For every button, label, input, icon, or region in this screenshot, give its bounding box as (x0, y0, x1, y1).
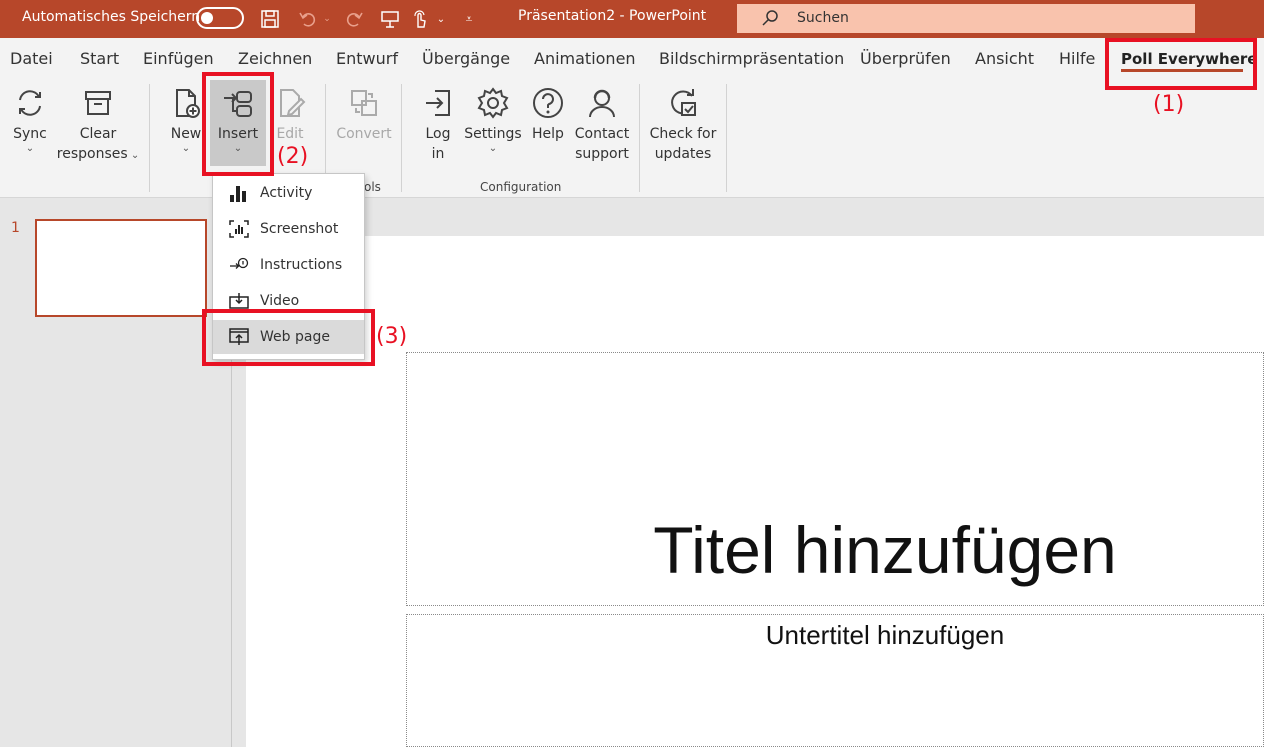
edit-label: Edit (276, 126, 304, 142)
new-document-icon (176, 89, 200, 118)
sync-label: Sync (13, 126, 47, 142)
tab-bildschirmpraesentation[interactable]: Bildschirmpräsentation (659, 49, 844, 68)
tab-datei[interactable]: Datei (10, 49, 53, 68)
video-icon (229, 291, 249, 311)
sync-icon (19, 90, 41, 116)
menu-item-instructions[interactable]: Instructions (213, 248, 364, 282)
log-in-button[interactable]: Log in (418, 86, 458, 164)
tools-group-label: ols (364, 180, 381, 194)
chevron-down-icon: ⌄ (127, 150, 140, 161)
search-box[interactable]: Suchen (737, 4, 1195, 33)
tab-ansicht[interactable]: Ansicht (975, 49, 1034, 68)
menu-item-label: Instructions (260, 257, 343, 273)
screenshot-icon (229, 219, 249, 239)
search-icon (761, 8, 781, 32)
bar-chart-icon (229, 183, 249, 203)
autosave-label: Automatisches Speichern (22, 9, 201, 25)
contact-label-2: support (575, 146, 629, 162)
annotation-box-poll-everywhere (1105, 38, 1257, 90)
menu-item-label: Screenshot (260, 221, 339, 237)
tab-animationen[interactable]: Animationen (534, 49, 636, 68)
configuration-group-label: Configuration (480, 180, 562, 194)
ribbon-separator (149, 84, 150, 192)
new-label: New (170, 126, 202, 142)
check-updates-label-1: Check for (649, 126, 717, 142)
autosave-toggle[interactable] (196, 7, 244, 29)
convert-icon (351, 90, 377, 116)
convert-label: Convert (336, 126, 392, 142)
chevron-down-icon: ⌄ (181, 143, 191, 154)
menu-item-screenshot[interactable]: Screenshot (213, 212, 364, 246)
document-title: Präsentation2 - PowerPoint (518, 8, 707, 24)
title-bar: Automatisches Speichern ⌄ ⌄ ⩡ Präsentati… (0, 0, 1264, 38)
annotation-step-1: (1) (1153, 92, 1185, 117)
slide-number: 1 (11, 220, 20, 236)
help-button[interactable]: Help (528, 86, 568, 144)
archive-icon (85, 91, 111, 115)
help-label: Help (532, 126, 564, 142)
toggle-knob (201, 12, 213, 24)
check-updates-button[interactable]: Check for updates (648, 86, 718, 164)
check-updates-label-2: updates (654, 146, 712, 162)
contact-label-1: Contact (574, 126, 630, 142)
chevron-down-icon: ⌄ (25, 143, 35, 154)
login-icon (426, 90, 450, 116)
settings-button[interactable]: Settings ⌄ (462, 86, 524, 154)
tab-ueberpruefen[interactable]: Überprüfen (860, 49, 951, 68)
contact-support-button[interactable]: Contact support (572, 86, 632, 164)
ribbon-tabs: Datei Start Einfügen Zeichnen Entwurf Üb… (0, 38, 1264, 80)
clear-responses-label-1: Clear (79, 126, 117, 142)
touch-dropdown-icon[interactable]: ⌄ (434, 8, 448, 30)
customize-toolbar-icon[interactable]: ⩡ (460, 8, 478, 30)
chevron-down-icon: ⌄ (488, 143, 498, 154)
tab-zeichnen[interactable]: Zeichnen (238, 49, 312, 68)
title-placeholder-text: Titel hinzufügen (653, 513, 1117, 587)
settings-label: Settings (464, 126, 522, 142)
menu-item-label: Activity (260, 185, 313, 201)
annotation-box-web-page (202, 309, 375, 366)
tab-start[interactable]: Start (80, 49, 119, 68)
annotation-step-2: (2) (277, 144, 309, 169)
support-person-icon (589, 89, 615, 118)
ribbon-separator (726, 84, 727, 192)
annotation-step-3: (3) (376, 324, 408, 349)
ribbon: Sync ⌄ Clear responses ⌄ New ⌄ Insert ⌄ … (0, 80, 1264, 198)
menu-item-label: Video (260, 293, 300, 309)
tab-entwurf[interactable]: Entwurf (336, 49, 398, 68)
tab-uebergaenge[interactable]: Übergänge (422, 49, 510, 68)
log-in-label-1: Log (425, 126, 451, 142)
search-label: Suchen (797, 10, 849, 26)
clear-responses-label-2: responses (56, 146, 128, 162)
ribbon-separator (639, 84, 640, 192)
help-icon (533, 88, 563, 118)
touch-mode-icon[interactable] (408, 8, 432, 30)
clear-responses-button[interactable]: Clear responses ⌄ (56, 86, 140, 166)
undo-icon[interactable] (296, 8, 320, 30)
instructions-icon (229, 255, 249, 275)
edit-button[interactable]: Edit (270, 86, 310, 144)
slide-thumbnail[interactable] (35, 219, 207, 317)
presenter-icon[interactable] (378, 8, 402, 30)
subtitle-placeholder-text: Untertitel hinzufügen (765, 620, 1005, 650)
new-button[interactable]: New ⌄ (166, 86, 206, 154)
save-icon[interactable] (258, 8, 282, 30)
menu-item-activity[interactable]: Activity (213, 176, 364, 210)
update-check-icon (671, 89, 696, 116)
log-in-label-2: in (431, 146, 445, 162)
gear-icon (477, 87, 509, 119)
tab-hilfe[interactable]: Hilfe (1059, 49, 1095, 68)
tab-einfuegen[interactable]: Einfügen (143, 49, 214, 68)
undo-dropdown-icon[interactable]: ⌄ (321, 8, 333, 30)
convert-button[interactable]: Convert (334, 86, 394, 144)
ribbon-separator (401, 84, 402, 192)
slide-thumbnail-pane: 1 (0, 198, 232, 747)
annotation-box-insert (202, 72, 274, 176)
edit-document-icon (280, 89, 306, 117)
redo-icon[interactable] (342, 8, 366, 30)
sync-button[interactable]: Sync ⌄ (8, 86, 52, 154)
